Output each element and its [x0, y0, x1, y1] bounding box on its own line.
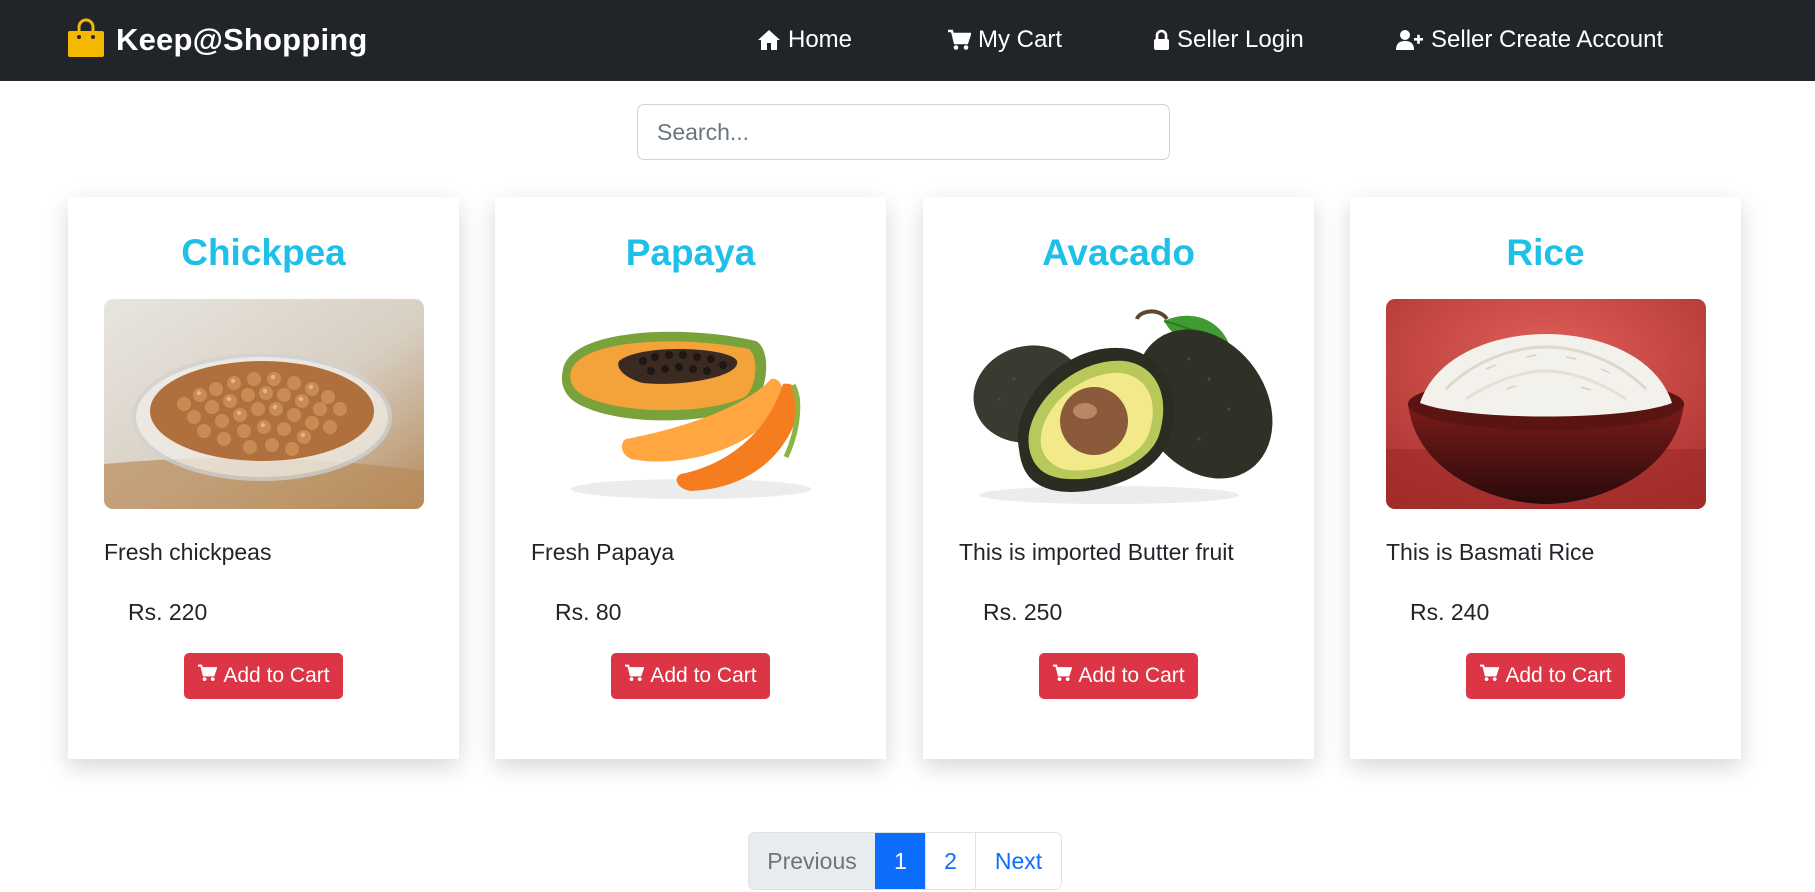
nav-seller-create-account-link[interactable]: Seller Create Account: [1396, 22, 1663, 58]
cart-icon: [1479, 664, 1500, 688]
rice-image: [1386, 299, 1706, 509]
nav-seller-login-link[interactable]: Seller Login: [1153, 22, 1304, 58]
product-title: Rice: [1506, 232, 1585, 273]
product-title: Avacado: [1042, 232, 1195, 273]
papaya-image: [531, 299, 851, 509]
home-icon: [757, 29, 781, 51]
nav-seller-create-account-label: Seller Create Account: [1431, 26, 1664, 53]
brand-name: Keep@Shopping: [116, 22, 368, 57]
product-price: Rs. 240: [1410, 599, 1490, 625]
cart-icon: [624, 664, 645, 688]
nav-home-label: Home: [788, 26, 853, 53]
pagination-page-2[interactable]: 2: [925, 833, 975, 889]
avocado-image: [959, 299, 1279, 509]
add-to-cart-label: Add to Cart: [650, 664, 757, 687]
cart-icon: [197, 664, 218, 688]
product-card: Chickpea Fresh chickpeas Rs. 220 Add to …: [68, 197, 459, 759]
add-to-cart-label: Add to Cart: [1505, 664, 1612, 687]
search-input[interactable]: [637, 104, 1170, 160]
product-card: Avacado This is imported Butter fruit Rs…: [923, 197, 1314, 759]
pagination-next[interactable]: Next: [975, 833, 1061, 889]
product-price: Rs. 80: [555, 599, 622, 625]
product-price: Rs. 220: [128, 599, 208, 625]
add-to-cart-button[interactable]: Add to Cart: [184, 653, 343, 699]
product-description: This is Basmati Rice: [1386, 539, 1595, 565]
add-to-cart-label: Add to Cart: [1078, 664, 1185, 687]
add-to-cart-button[interactable]: Add to Cart: [611, 653, 770, 699]
pagination: Previous 1 2 Next: [748, 832, 1062, 890]
product-description: This is imported Butter fruit: [959, 539, 1234, 565]
product-title: Chickpea: [181, 232, 346, 273]
product-title: Papaya: [625, 232, 756, 273]
nav-cart-link[interactable]: My Cart: [947, 22, 1062, 58]
product-card: Rice This is Basmati Rice Rs. 240 Add to…: [1350, 197, 1741, 759]
nav-seller-login-label: Seller Login: [1177, 26, 1304, 53]
pagination-previous[interactable]: Previous: [749, 833, 875, 889]
add-to-cart-label: Add to Cart: [223, 664, 330, 687]
top-navbar: Keep@Shopping Home My Cart Seller Login …: [0, 0, 1815, 81]
product-description: Fresh chickpeas: [104, 539, 272, 565]
nav-home-link[interactable]: Home: [757, 22, 852, 58]
pagination-page-1[interactable]: 1: [875, 833, 925, 889]
add-to-cart-button[interactable]: Add to Cart: [1466, 653, 1625, 699]
shopping-bag-icon: [66, 18, 106, 63]
user-plus-icon: [1396, 29, 1424, 51]
brand-link[interactable]: Keep@Shopping: [66, 18, 368, 62]
product-price: Rs. 250: [983, 599, 1063, 625]
add-to-cart-button[interactable]: Add to Cart: [1039, 653, 1198, 699]
cart-icon: [1052, 664, 1073, 688]
nav-cart-label: My Cart: [978, 26, 1062, 53]
product-description: Fresh Papaya: [531, 539, 675, 565]
lock-icon: [1153, 29, 1170, 51]
cart-icon: [947, 29, 971, 51]
product-card: Papaya Fresh Papaya Rs. 80 Add to Cart: [495, 197, 886, 759]
chickpeas-image: [104, 299, 424, 509]
